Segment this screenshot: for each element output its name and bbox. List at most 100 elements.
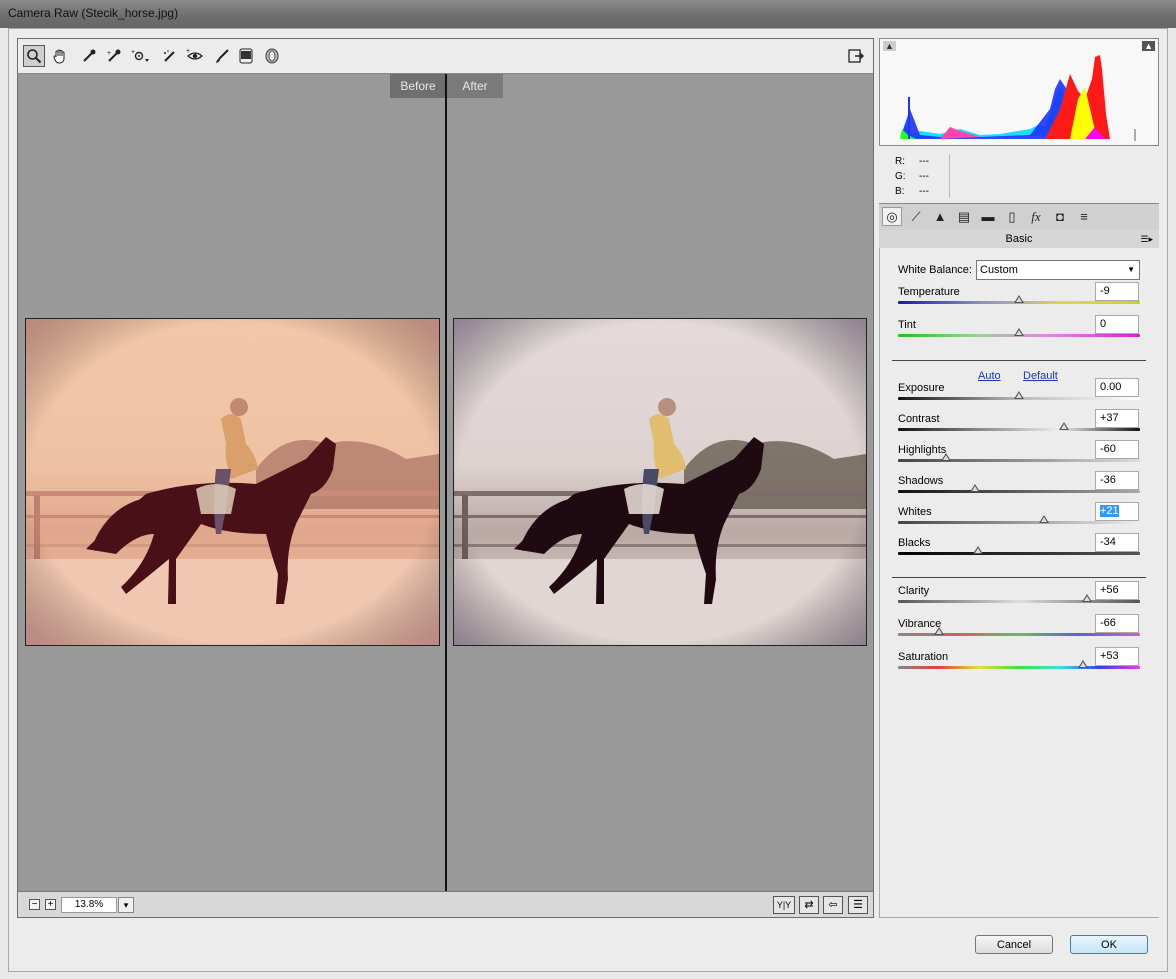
temperature-value: -9 — [1100, 285, 1110, 297]
clarity-value-field[interactable]: +56 — [1095, 581, 1139, 600]
whites-value: +21 — [1100, 505, 1119, 517]
clarity-slider-track[interactable] — [898, 600, 1140, 603]
histogram: ▲ ▲ — [879, 38, 1159, 146]
whites-slider-thumb[interactable] — [1039, 515, 1050, 523]
contrast-slider-thumb[interactable] — [1058, 422, 1069, 430]
shadows-value: -36 — [1100, 474, 1116, 486]
hand-tool-icon[interactable] — [49, 45, 71, 67]
lens-corrections-tab-icon[interactable]: ▯ — [1002, 207, 1022, 226]
saturation-value: +53 — [1100, 650, 1119, 662]
blacks-value-field[interactable]: -34 — [1095, 533, 1139, 552]
camera-calibration-tab-icon[interactable]: ◘ — [1050, 207, 1070, 226]
auto-link[interactable]: Auto — [978, 370, 1001, 382]
presets-tab-icon[interactable]: ≡ — [1074, 207, 1094, 226]
white-balance-tool-icon[interactable] — [78, 45, 100, 67]
white-balance-label: White Balance: — [898, 264, 972, 276]
toggle-settings-button[interactable]: ☰ — [848, 896, 868, 914]
targeted-adjustment-tool-icon[interactable]: + — [130, 45, 152, 67]
exposure-value: 0.00 — [1100, 381, 1122, 393]
exposure-label: Exposure — [898, 382, 945, 394]
zoom-level-field[interactable]: 13.8% — [61, 897, 117, 913]
saturation-slider-thumb[interactable] — [1078, 660, 1089, 668]
tool-bar: + + + — [18, 39, 873, 74]
zoom-tool-icon[interactable] — [23, 45, 45, 67]
blacks-value: -34 — [1100, 536, 1116, 548]
tint-slider-thumb[interactable] — [1014, 328, 1024, 336]
contrast-value: +37 — [1100, 412, 1119, 424]
clarity-label: Clarity — [898, 585, 930, 597]
r-value: --- — [919, 156, 929, 167]
contrast-slider-track[interactable] — [898, 428, 1140, 431]
vibrance-slider-thumb[interactable] — [934, 627, 945, 635]
shadows-slider-track[interactable] — [898, 490, 1140, 493]
effects-tab-icon[interactable]: fx — [1026, 207, 1046, 226]
radial-filter-icon[interactable] — [261, 45, 283, 67]
panel-title: Basic ☰▸ — [879, 230, 1159, 249]
red-eye-removal-tool-icon[interactable]: + — [184, 45, 206, 67]
tone-curve-tab-icon[interactable]: ⟋ — [906, 207, 926, 226]
white-balance-select[interactable]: Custom ▼ — [976, 260, 1140, 280]
whites-label: Whites — [898, 506, 932, 518]
status-bar: − + 13.8% ▾ Y|Y ⇄ ⇦ ☰ — [18, 891, 873, 917]
exposure-value-field[interactable]: 0.00 — [1095, 378, 1139, 397]
spot-removal-tool-icon[interactable] — [158, 45, 180, 67]
panel-tabs: ◎ ⟋ ▲ ▤ ▬ ▯ fx ◘ ≡ — [879, 203, 1159, 231]
before-photo — [25, 318, 440, 646]
split-toning-tab-icon[interactable]: ▬ — [978, 207, 998, 226]
after-photo — [453, 318, 867, 646]
detail-tab-icon[interactable]: ▲ — [930, 207, 950, 226]
copy-settings-button[interactable]: ⇦ — [823, 896, 843, 914]
whites-slider-track[interactable] — [898, 521, 1140, 524]
open-preferences-icon[interactable] — [845, 45, 867, 67]
exposure-slider-thumb[interactable] — [1014, 391, 1024, 399]
cancel-button[interactable]: Cancel — [975, 935, 1053, 954]
saturation-slider-track[interactable] — [898, 666, 1140, 669]
zoom-in-button[interactable]: + — [45, 899, 56, 910]
tint-value-field[interactable]: 0 — [1095, 315, 1139, 334]
vibrance-value-field[interactable]: -66 — [1095, 614, 1139, 633]
panel-title-text: Basic — [1005, 233, 1033, 245]
window-titlebar: Camera Raw (Stecik_horse.jpg) — [0, 0, 1176, 28]
ok-button[interactable]: OK — [1070, 935, 1148, 954]
panel-menu-icon[interactable]: ☰▸ — [1140, 230, 1153, 248]
temperature-slider-thumb[interactable] — [1014, 295, 1024, 303]
zoom-out-button[interactable]: − — [29, 899, 40, 910]
default-link[interactable]: Default — [1023, 370, 1058, 382]
graduated-filter-icon[interactable] — [235, 45, 257, 67]
separator — [892, 360, 1146, 361]
contrast-value-field[interactable]: +37 — [1095, 409, 1139, 428]
hsl-tab-icon[interactable]: ▤ — [954, 207, 974, 226]
g-label: G: — [895, 171, 906, 182]
temperature-value-field[interactable]: -9 — [1095, 282, 1139, 301]
blacks-label: Blacks — [898, 537, 931, 549]
basic-panel: White Balance: Custom ▼ Auto Default Tem… — [879, 248, 1159, 918]
b-value: --- — [919, 186, 929, 197]
zoom-dropdown-icon[interactable]: ▾ — [118, 897, 134, 913]
shadows-slider-thumb[interactable] — [970, 484, 981, 492]
whites-value-field[interactable]: +21 — [1095, 502, 1139, 521]
saturation-value-field[interactable]: +53 — [1095, 647, 1139, 666]
adjustment-brush-icon[interactable] — [211, 45, 233, 67]
clarity-slider-thumb[interactable] — [1081, 594, 1092, 602]
svg-text:+: + — [107, 50, 111, 57]
svg-text:+: + — [131, 49, 135, 56]
chevron-down-icon: ▼ — [1127, 265, 1135, 274]
highlights-slider-track[interactable] — [898, 459, 1140, 462]
shadows-value-field[interactable]: -36 — [1095, 471, 1139, 490]
white-balance-value: Custom — [980, 264, 1018, 276]
clarity-value: +56 — [1100, 584, 1119, 596]
before-label: Before — [390, 74, 446, 98]
swap-settings-button[interactable]: ⇄ — [799, 896, 819, 914]
basic-tab-icon[interactable]: ◎ — [882, 207, 902, 226]
blacks-slider-thumb[interactable] — [972, 546, 983, 554]
preview-area: + + + Before After − + 13.8% ▾ Y|Y ⇄ ⇦ ☰ — [17, 38, 874, 918]
highlights-slider-thumb[interactable] — [941, 453, 952, 461]
shadows-label: Shadows — [898, 475, 944, 487]
g-value: --- — [919, 171, 929, 182]
highlights-value-field[interactable]: -60 — [1095, 440, 1139, 459]
color-sampler-tool-icon[interactable]: + — [103, 45, 125, 67]
saturation-label: Saturation — [898, 651, 949, 663]
blacks-slider-track[interactable] — [898, 552, 1140, 555]
temperature-label: Temperature — [898, 286, 960, 298]
before-after-view-button[interactable]: Y|Y — [773, 896, 795, 914]
